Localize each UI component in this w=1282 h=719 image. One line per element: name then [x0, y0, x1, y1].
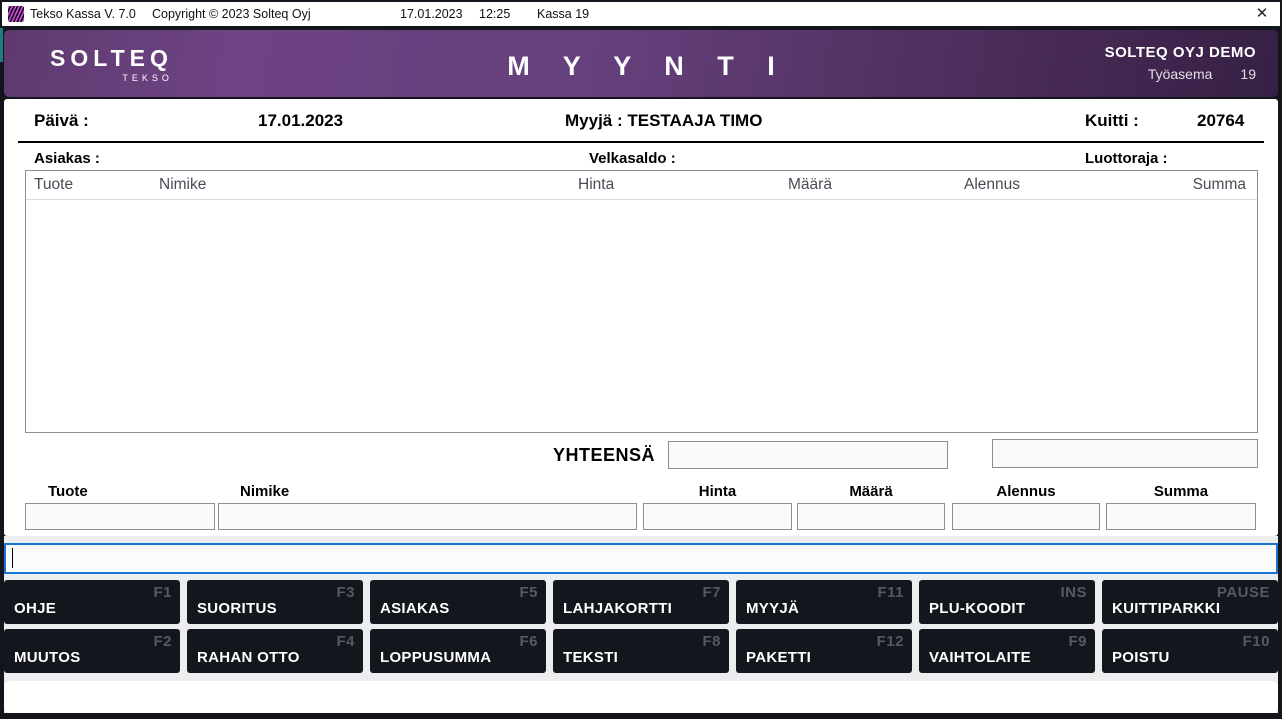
- entry-label-hinta: Hinta: [643, 483, 792, 500]
- fkey-hint: F4: [336, 633, 355, 650]
- entry-label-tuote: Tuote: [48, 483, 88, 500]
- lahjakortti-button[interactable]: F7 LAHJAKORTTI: [553, 580, 729, 624]
- column-header-alennus: Alennus: [964, 176, 1020, 194]
- loppusumma-button[interactable]: F6 LOPPUSUMMA: [370, 629, 546, 673]
- fkey-hint: F1: [153, 584, 172, 601]
- seller-value: TESTAAJA TIMO: [627, 111, 762, 130]
- workstation-number: 19: [1240, 66, 1256, 82]
- total-secondary-field: [992, 439, 1258, 468]
- column-header-hinta: Hinta: [578, 176, 614, 194]
- fkey-hint: PAUSE: [1217, 584, 1270, 601]
- fkey-hint: F7: [702, 584, 721, 601]
- asiakas-button[interactable]: F5 ASIAKAS: [370, 580, 546, 624]
- window-edge-accent: [0, 28, 3, 62]
- column-header-nimike: Nimike: [159, 176, 206, 194]
- company-name: SOLTEQ OYJ DEMO: [1105, 44, 1256, 61]
- entry-label-alennus: Alennus: [952, 483, 1100, 500]
- entry-input-nimike[interactable]: [218, 503, 637, 530]
- fkey-hint: F5: [519, 584, 538, 601]
- plu-koodit-button[interactable]: INS PLU-KOODIT: [919, 580, 1095, 624]
- fkey-hint: INS: [1060, 584, 1087, 601]
- titlebar-time: 12:25: [479, 7, 510, 21]
- window-title: Tekso Kassa V. 7.0: [30, 7, 136, 21]
- entry-label-maara: Määrä: [797, 483, 945, 500]
- fkey-hint: F11: [877, 584, 904, 601]
- receipt-label: Kuitti :: [1085, 111, 1139, 131]
- page-title: M Y Y N T I: [4, 51, 1278, 82]
- entry-input-tuote[interactable]: [25, 503, 215, 530]
- receipt-number: 20764: [1197, 111, 1244, 131]
- titlebar-date: 17.01.2023: [400, 7, 463, 21]
- myyja-button[interactable]: F11 MYYJÄ: [736, 580, 912, 624]
- app-icon: [8, 6, 24, 22]
- workstation-label: Työasema: [1148, 66, 1213, 82]
- muutos-button[interactable]: F2 MUUTOS: [4, 629, 180, 673]
- suoritus-button[interactable]: F3 SUORITUS: [187, 580, 363, 624]
- paketti-button[interactable]: F12 PAKETTI: [736, 629, 912, 673]
- rahan-otto-button[interactable]: F4 RAHAN OTTO: [187, 629, 363, 673]
- column-header-maara: Määrä: [788, 176, 832, 194]
- date-value: 17.01.2023: [258, 111, 343, 131]
- entry-label-nimike: Nimike: [240, 483, 289, 500]
- command-input[interactable]: [4, 543, 1278, 574]
- fkey-hint: F10: [1243, 633, 1270, 650]
- close-icon[interactable]: ✕: [1250, 4, 1274, 24]
- app-header: SOLTEQ TEKSO M Y Y N T I SOLTEQ OYJ DEMO…: [4, 30, 1278, 97]
- kuittiparkki-button[interactable]: PAUSE KUITTIPARKKI: [1102, 580, 1278, 624]
- teksti-button[interactable]: F8 TEKSTI: [553, 629, 729, 673]
- column-header-tuote: Tuote: [34, 176, 73, 194]
- poistu-button[interactable]: F10 POISTU: [1102, 629, 1278, 673]
- seller-label: Myyjä :: [565, 111, 623, 130]
- seller-row: Myyjä : TESTAAJA TIMO: [565, 111, 762, 131]
- header-right: SOLTEQ OYJ DEMO Työasema 19: [1105, 44, 1256, 82]
- divider-line: [18, 141, 1264, 143]
- receipt-lines-table[interactable]: Tuote Nimike Hinta Määrä Alennus Summa: [25, 170, 1258, 433]
- ohje-button[interactable]: F1 OHJE: [4, 580, 180, 624]
- sale-panel: Päivä : 17.01.2023 Myyjä : TESTAAJA TIMO…: [4, 99, 1278, 536]
- entry-input-alennus[interactable]: [952, 503, 1100, 530]
- entry-input-maara[interactable]: [797, 503, 945, 530]
- entry-input-hinta[interactable]: [643, 503, 792, 530]
- column-header-summa: Summa: [1193, 176, 1246, 194]
- customer-label: Asiakas :: [34, 150, 100, 167]
- title-bar: Tekso Kassa V. 7.0 Copyright © 2023 Solt…: [2, 2, 1280, 26]
- table-header-divider: [26, 199, 1257, 200]
- text-cursor: [12, 548, 13, 568]
- copyright-text: Copyright © 2023 Solteq Oyj: [152, 7, 311, 21]
- fkey-hint: F6: [519, 633, 538, 650]
- fkey-hint: F8: [702, 633, 721, 650]
- fkey-hint: F9: [1068, 633, 1087, 650]
- entry-input-summa[interactable]: [1106, 503, 1256, 530]
- titlebar-register: Kassa 19: [537, 7, 589, 21]
- workstation-row: Työasema 19: [1105, 66, 1256, 82]
- debt-label: Velkasaldo :: [589, 150, 676, 167]
- entry-label-summa: Summa: [1106, 483, 1256, 500]
- total-label: YHTEENSÄ: [553, 445, 655, 466]
- credit-limit-label: Luottoraja :: [1085, 150, 1168, 167]
- function-key-grid: F1 OHJE F3 SUORITUS F5 ASIAKAS F7 LAHJAK…: [4, 580, 1278, 673]
- fkey-hint: F2: [153, 633, 172, 650]
- fkey-hint: F3: [336, 584, 355, 601]
- total-amount-field: [668, 441, 948, 469]
- status-bar: [4, 681, 1278, 713]
- vaihtolaite-button[interactable]: F9 VAIHTOLAITE: [919, 629, 1095, 673]
- date-label: Päivä :: [34, 111, 89, 131]
- fkey-hint: F12: [877, 633, 904, 650]
